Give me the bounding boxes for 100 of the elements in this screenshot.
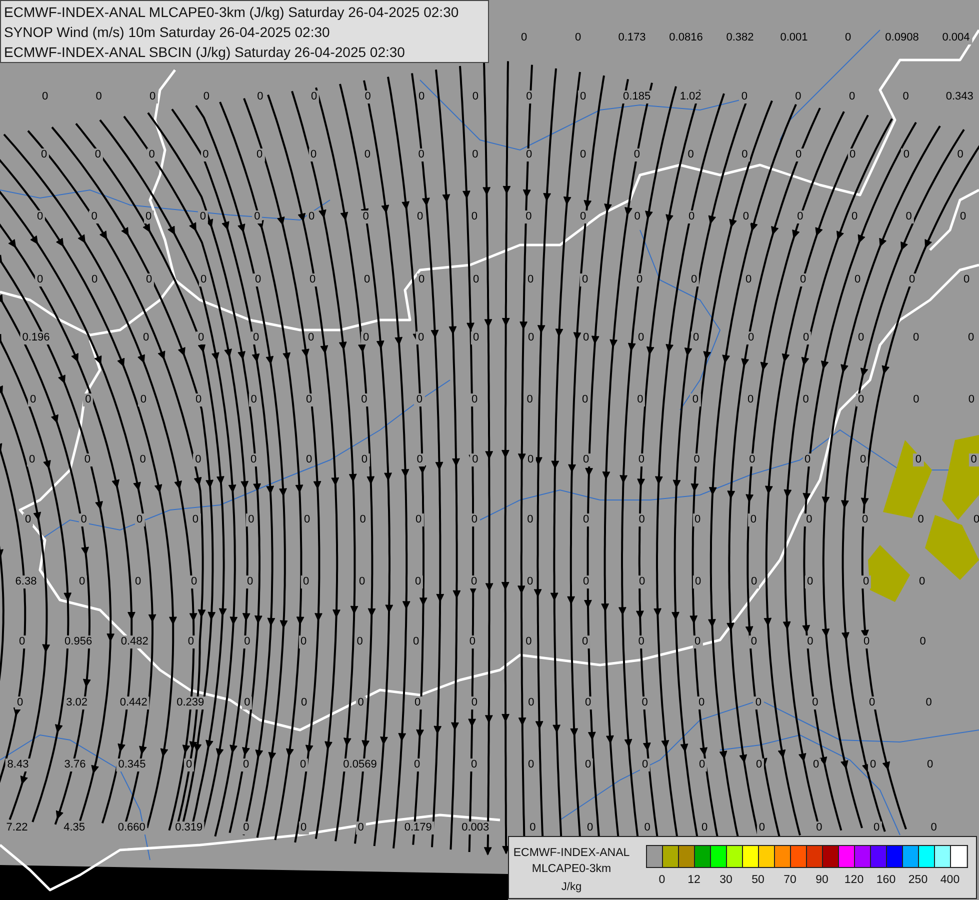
station-value: 0 bbox=[308, 148, 319, 162]
station-value: 0 bbox=[416, 148, 426, 162]
station-value: 0 bbox=[414, 394, 424, 406]
station-value: 0 bbox=[300, 576, 312, 588]
station-value: 3.02 bbox=[64, 696, 90, 710]
legend-title: MLCAPE0-3km bbox=[532, 862, 612, 877]
station-value: 0 bbox=[89, 210, 100, 224]
station-value: 0 bbox=[804, 576, 816, 588]
station-value: 0.956 bbox=[62, 636, 94, 648]
station-value: 0 bbox=[298, 822, 309, 834]
station-value: 0 bbox=[802, 454, 813, 466]
station-value: 0 bbox=[22, 514, 34, 526]
station-value: 0 bbox=[810, 696, 820, 710]
station-value: 0.0569 bbox=[341, 758, 379, 772]
station-value: 0 bbox=[468, 758, 480, 772]
station-value: 0 bbox=[740, 148, 750, 162]
station-value: 0 bbox=[34, 210, 46, 224]
station-value: 0 bbox=[580, 636, 590, 648]
station-value: 0 bbox=[636, 636, 646, 648]
station-value: 0 bbox=[144, 274, 154, 286]
station-value: 0 bbox=[696, 758, 708, 772]
scale-label: 50 bbox=[750, 873, 766, 886]
station-value: 0 bbox=[580, 514, 592, 526]
scale-label: 70 bbox=[782, 873, 798, 886]
station-value: 0 bbox=[360, 210, 371, 224]
station-value: 0 bbox=[805, 636, 816, 648]
station-value: 0 bbox=[26, 454, 38, 466]
station-value: 0 bbox=[414, 454, 425, 466]
station-value: 0 bbox=[298, 758, 308, 772]
station-value: 0 bbox=[242, 636, 252, 648]
station-value: 0 bbox=[692, 576, 704, 588]
station-value: 0 bbox=[746, 332, 756, 344]
station-value: 0 bbox=[798, 274, 808, 286]
station-value: 0 bbox=[468, 576, 480, 588]
station-value: 0 bbox=[148, 90, 158, 104]
legend-title: ECMWF-INDEX-ANAL bbox=[513, 846, 630, 861]
station-value: 0 bbox=[580, 576, 592, 588]
station-value: 0 bbox=[196, 332, 206, 344]
station-value: 0 bbox=[412, 576, 424, 588]
station-value: 0.660 bbox=[116, 822, 148, 834]
station-value: 0 bbox=[78, 514, 89, 526]
station-value: 0 bbox=[686, 210, 697, 224]
station-value: 0.004 bbox=[940, 32, 972, 44]
station-value: 0.442 bbox=[118, 696, 150, 710]
station-value: 0 bbox=[747, 454, 758, 466]
station-value: 0 bbox=[753, 696, 764, 710]
station-value: 0 bbox=[28, 394, 38, 406]
station-value: 0 bbox=[913, 454, 924, 466]
station-value: 0 bbox=[580, 274, 590, 286]
station-value: 0 bbox=[692, 454, 702, 466]
station-value: 0 bbox=[856, 394, 866, 406]
station-value: 0 bbox=[756, 822, 767, 834]
station-value: 0 bbox=[469, 696, 480, 710]
station-value: 0.319 bbox=[173, 822, 205, 834]
station-value: 0 bbox=[193, 454, 204, 466]
station-value: 0 bbox=[416, 90, 427, 104]
station-value: 0 bbox=[860, 576, 872, 588]
station-value: 0 bbox=[362, 90, 373, 104]
station-value: 0 bbox=[248, 394, 259, 406]
station-value: 0 bbox=[146, 148, 157, 162]
station-value: 0 bbox=[634, 274, 645, 286]
station-value: 0 bbox=[356, 822, 366, 834]
station-value: 0 bbox=[416, 332, 426, 344]
station-value: 0 bbox=[582, 758, 594, 772]
scale-label: 120 bbox=[843, 873, 865, 886]
scale-label: 0 bbox=[658, 873, 666, 886]
station-value: 0 bbox=[866, 696, 878, 710]
station-value: 0 bbox=[636, 576, 648, 588]
layer-title: ECMWF-INDEX-ANAL SBCIN (J/kg) Saturday 26-04-2025 02:30 bbox=[4, 43, 406, 62]
station-value: 0 bbox=[188, 576, 200, 588]
station-value: 0 bbox=[847, 148, 858, 162]
station-value: 0 bbox=[184, 758, 194, 772]
station-value: 0 bbox=[524, 576, 536, 588]
station-value: 0.239 bbox=[174, 696, 206, 710]
station-value: 0 bbox=[582, 696, 594, 710]
station-value: 0 bbox=[795, 210, 806, 224]
station-value: 0 bbox=[748, 636, 759, 648]
station-value: 0 bbox=[254, 148, 265, 162]
station-value: 0 bbox=[524, 148, 534, 162]
legend-unit: J/kg bbox=[561, 880, 582, 895]
station-value: 0 bbox=[198, 274, 209, 286]
station-value: 0.196 bbox=[20, 332, 52, 344]
station-value: 0 bbox=[470, 454, 480, 466]
station-value: 0 bbox=[304, 454, 314, 466]
station-value: 0 bbox=[304, 394, 314, 406]
station-value: 0 bbox=[688, 274, 700, 286]
station-value: 0 bbox=[794, 148, 804, 162]
station-value: 0 bbox=[467, 636, 478, 648]
station-value: 0 bbox=[636, 454, 646, 466]
station-value: 0 bbox=[578, 210, 588, 224]
layer-title: ECMWF-INDEX-ANAL MLCAPE0-3km (J/kg) Saturday 26-04-2025 02:30 bbox=[4, 3, 460, 22]
station-value: 0 bbox=[308, 90, 320, 104]
station-value: 0 bbox=[138, 394, 148, 406]
station-value: 0 bbox=[359, 394, 370, 406]
station-value: 0 bbox=[968, 454, 979, 466]
station-value: 0 bbox=[198, 210, 208, 224]
station-value: 0 bbox=[414, 514, 424, 526]
layer-title: SYNOP Wind (m/s) 10m Saturday 26-04-2025 02:30 bbox=[4, 23, 331, 42]
station-value: 0 bbox=[868, 758, 878, 772]
scale-label: 90 bbox=[814, 873, 830, 886]
